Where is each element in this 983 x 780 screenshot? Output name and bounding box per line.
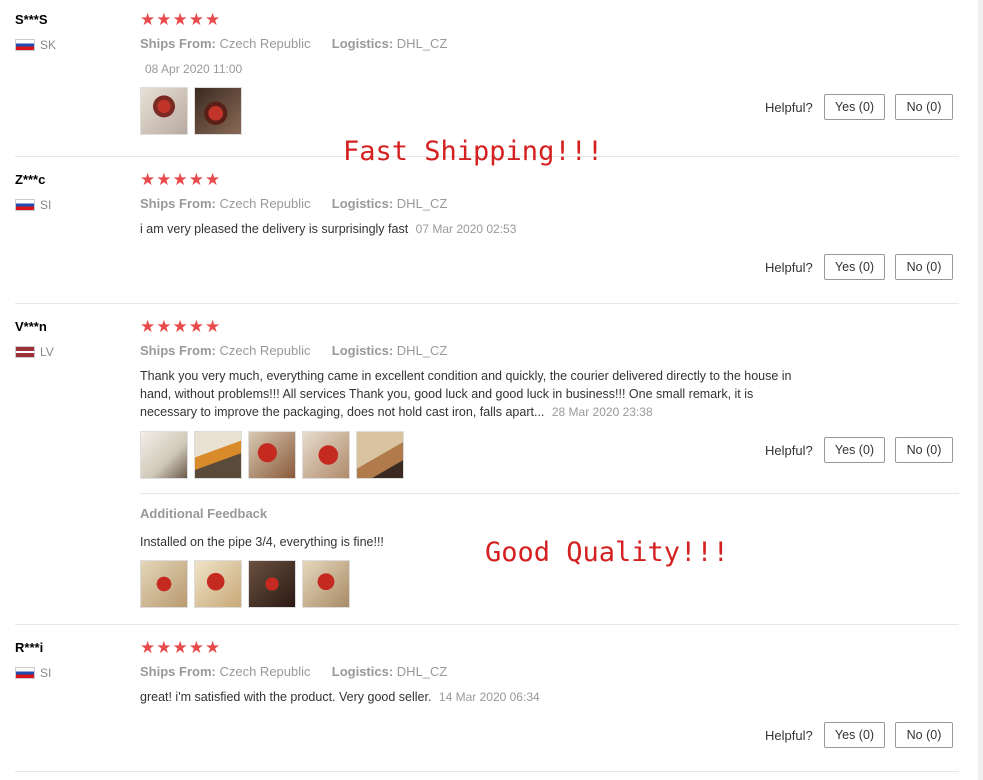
country-code: LV [40, 345, 54, 359]
review-photo[interactable] [194, 431, 242, 479]
star-rating: ★★★★★ [140, 10, 222, 29]
shipping-info: Ships From: Czech Republic Logistics: DH… [140, 196, 447, 211]
reviewer-name: R***i [15, 640, 44, 655]
review-date: 08 Apr 2020 11:00 [145, 62, 243, 76]
country-code: SK [40, 38, 57, 52]
helpful-label: Helpful? [765, 100, 813, 115]
helpful-yes-button[interactable]: Yes (0) [824, 94, 885, 120]
shipping-info: Ships From: Czech Republic Logistics: DH… [140, 343, 447, 358]
reviewer-country: LV [15, 345, 54, 359]
divider [15, 624, 959, 625]
logistics-label: Logistics: [331, 196, 394, 211]
review-photo[interactable] [302, 431, 350, 479]
shipping-info: Ships From: Czech Republic Logistics: DH… [140, 664, 447, 679]
reviewer-country: SI [15, 666, 51, 680]
review-date: 14 Mar 2020 06:34 [438, 690, 540, 704]
ships-from-label: Ships From: [140, 196, 216, 211]
ships-from-value: Czech Republic [219, 343, 311, 358]
review-photos [140, 87, 242, 135]
review-body: great! i'm satisfied with the product. V… [140, 690, 432, 704]
logistics-value: DHL_CZ [396, 196, 448, 211]
reviewer-name: S***S [15, 12, 48, 27]
review-text: i am very pleased the delivery is surpri… [140, 220, 516, 238]
review-photo[interactable] [248, 431, 296, 479]
review-line: Thank you very much, everything came in … [140, 369, 792, 383]
additional-feedback-divider [140, 493, 959, 494]
helpful-no-button[interactable]: No (0) [895, 437, 953, 463]
logistics-label: Logistics: [331, 343, 394, 358]
fast-shipping-overlay: Fast Shipping!!! [343, 136, 604, 167]
review-line: necessary to improve the packaging, does… [140, 405, 545, 419]
ships-from-label: Ships From: [140, 664, 216, 679]
review-photo[interactable] [194, 87, 242, 135]
ships-from-label: Ships From: [140, 36, 216, 51]
review-photos [140, 431, 404, 479]
logistics-label: Logistics: [331, 36, 394, 51]
review-text: great! i'm satisfied with the product. V… [140, 688, 540, 706]
slovenia-flag-icon [15, 667, 35, 679]
scrollbar[interactable] [978, 0, 983, 780]
reviewer-country: SK [15, 38, 56, 52]
ships-from-value: Czech Republic [219, 664, 311, 679]
helpful-yes-button[interactable]: Yes (0) [824, 254, 885, 280]
additional-photos [140, 560, 350, 608]
helpful-no-button[interactable]: No (0) [895, 254, 953, 280]
additional-feedback-text: Installed on the pipe 3/4, everything is… [140, 535, 384, 549]
slovenia-flag-icon [15, 199, 35, 211]
helpful-yes-button[interactable]: Yes (0) [824, 437, 885, 463]
country-code: SI [40, 198, 52, 212]
additional-photo[interactable] [194, 560, 242, 608]
star-rating: ★★★★★ [140, 170, 222, 189]
logistics-label: Logistics: [331, 664, 394, 679]
ships-from-value: Czech Republic [219, 36, 311, 51]
ships-from-label: Ships From: [140, 343, 216, 358]
review-date: 07 Mar 2020 02:53 [415, 222, 517, 236]
helpful-no-button[interactable]: No (0) [895, 94, 953, 120]
star-rating: ★★★★★ [140, 638, 222, 657]
logistics-value: DHL_CZ [396, 343, 448, 358]
review-line: hand, without problems!!! All services T… [140, 387, 754, 401]
divider [15, 303, 959, 304]
shipping-info: Ships From: Czech Republic Logistics: DH… [140, 36, 447, 51]
helpful-label: Helpful? [765, 260, 813, 275]
divider [15, 771, 959, 772]
review-photo[interactable] [140, 87, 188, 135]
review-date: 28 Mar 2020 23:38 [551, 405, 653, 419]
latvia-flag-icon [15, 346, 35, 358]
good-quality-overlay: Good Quality!!! [485, 537, 729, 568]
additional-feedback-label: Additional Feedback [140, 506, 268, 521]
additional-photo[interactable] [140, 560, 188, 608]
additional-photo[interactable] [248, 560, 296, 608]
reviewer-country: SI [15, 198, 51, 212]
helpful-label: Helpful? [765, 728, 813, 743]
reviewer-name: V***n [15, 319, 47, 334]
reviewer-name: Z***c [15, 172, 46, 187]
review-body: i am very pleased the delivery is surpri… [140, 222, 409, 236]
additional-photo[interactable] [302, 560, 350, 608]
review-text: Thank you very much, everything came in … [140, 367, 880, 421]
review-photo[interactable] [140, 431, 188, 479]
helpful-no-button[interactable]: No (0) [895, 722, 953, 748]
star-rating: ★★★★★ [140, 317, 222, 336]
ships-from-value: Czech Republic [219, 196, 311, 211]
helpful-yes-button[interactable]: Yes (0) [824, 722, 885, 748]
logistics-value: DHL_CZ [396, 36, 448, 51]
slovakia-flag-icon [15, 39, 35, 51]
country-code: SI [40, 666, 52, 680]
logistics-value: DHL_CZ [396, 664, 448, 679]
review-photo[interactable] [356, 431, 404, 479]
helpful-label: Helpful? [765, 443, 813, 458]
